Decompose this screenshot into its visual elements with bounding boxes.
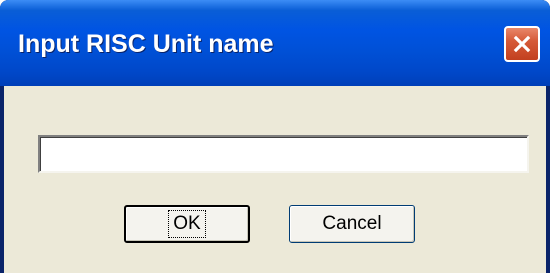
ok-button-label: OK bbox=[168, 210, 206, 238]
close-icon bbox=[513, 35, 531, 53]
ok-button[interactable]: OK bbox=[124, 205, 250, 243]
unit-name-input[interactable] bbox=[38, 135, 529, 173]
dialog-body: OK Cancel bbox=[4, 86, 546, 273]
cancel-button-label: Cancel bbox=[322, 213, 382, 234]
dialog-title: Input RISC Unit name bbox=[18, 30, 274, 58]
cancel-button[interactable]: Cancel bbox=[289, 205, 415, 243]
dialog-window: Input RISC Unit name OK Cancel bbox=[0, 0, 550, 273]
title-bar[interactable]: Input RISC Unit name bbox=[0, 0, 550, 86]
close-button[interactable] bbox=[504, 26, 540, 62]
